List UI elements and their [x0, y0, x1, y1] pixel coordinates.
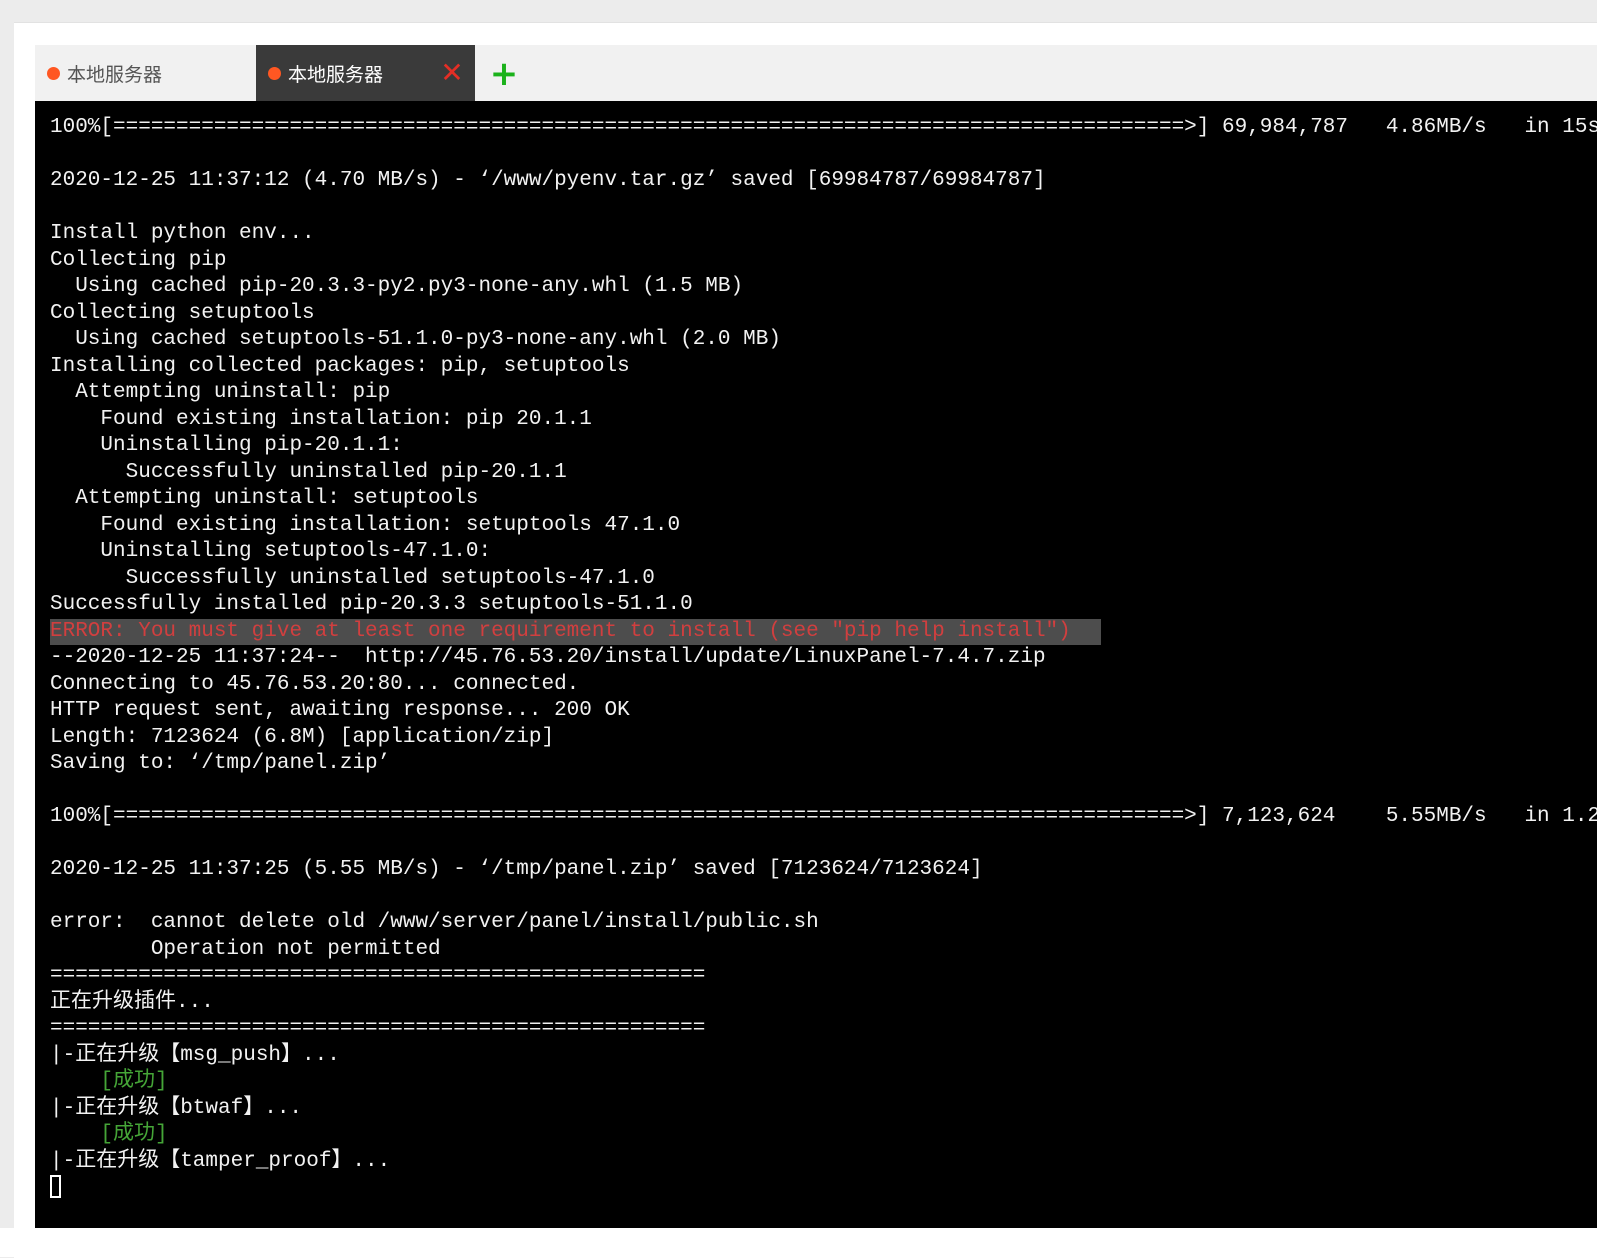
terminal-line: Uninstalling pip-20.1.1:	[50, 433, 1597, 460]
line-text: 100%[===================================…	[50, 805, 1597, 828]
line-text: Using cached pip-20.3.3-py2.py3-none-any…	[50, 275, 744, 298]
prompt-line	[50, 1175, 1597, 1202]
line-text: 2020-12-25 11:37:25 (5.55 MB/s) - ‘/tmp/…	[50, 858, 983, 881]
cursor-block-icon	[50, 1175, 61, 1198]
terminal-line: 100%[===================================…	[50, 804, 1597, 831]
status-dot-icon	[268, 66, 281, 80]
line-text: Found existing installation: pip 20.1.1	[50, 407, 592, 431]
line-text: ========================================…	[50, 1017, 706, 1040]
terminal-line: ========================================…	[50, 1016, 1597, 1043]
line-text: Installing collected packages: pip, setu…	[50, 354, 630, 378]
line-text: [成功]	[50, 1070, 168, 1093]
terminal-lines: 100%[===================================…	[50, 115, 1597, 1202]
line-text: 2020-12-25 11:37:12 (4.70 MB/s) - ‘/www/…	[50, 169, 1046, 192]
line-text: Successfully uninstalled setuptools-47.1…	[50, 566, 655, 590]
terminal-line: --2020-12-25 11:37:24-- http://45.76.53.…	[50, 645, 1597, 672]
terminal-line: Length: 7123624 (6.8M) [application/zip]	[50, 725, 1597, 752]
line-text: 100%[===================================…	[50, 116, 1597, 139]
line-text: --2020-12-25 11:37:24-- http://45.76.53.…	[50, 646, 1046, 669]
terminal-line: Successfully installed pip-20.3.3 setupt…	[50, 592, 1597, 619]
terminal-line: 正在升级插件...	[50, 990, 1597, 1017]
add-tab-plus-icon[interactable]: +	[489, 57, 519, 91]
line-text: Attempting uninstall: pip	[50, 381, 391, 404]
terminal-line: Installing collected packages: pip, setu…	[50, 354, 1597, 381]
line-text: Saving to: ‘/tmp/panel.zip’	[50, 752, 391, 775]
terminal-line: Attempting uninstall: pip	[50, 380, 1597, 407]
line-text: Install python env...	[50, 222, 315, 245]
line-text: error: cannot delete old /www/server/pan…	[50, 911, 819, 934]
terminal-line: Using cached setuptools-51.1.0-py3-none-…	[50, 327, 1597, 354]
terminal-output[interactable]: 100%[===================================…	[35, 101, 1597, 1228]
terminal-line: Uninstalling setuptools-47.1.0:	[50, 539, 1597, 566]
line-text: Uninstalling setuptools-47.1.0:	[50, 540, 492, 563]
tab-local-server-1[interactable]: 本地服务器	[35, 45, 256, 101]
line-text: Operation not permitted	[50, 937, 441, 961]
line-text: |-正在升级【msg_push】...	[50, 1043, 340, 1067]
terminal-line: HTTP request sent, awaiting response... …	[50, 698, 1597, 725]
line-text: ========================================…	[50, 964, 706, 987]
terminal-line: Operation not permitted	[50, 937, 1597, 964]
line-text: |-正在升级【tamper_proof】...	[50, 1149, 391, 1173]
terminal-line: 2020-12-25 11:37:12 (4.70 MB/s) - ‘/www/…	[50, 168, 1597, 195]
terminal-line: Connecting to 45.76.53.20:80... connecte…	[50, 672, 1597, 699]
line-text: Using cached setuptools-51.1.0-py3-none-…	[50, 328, 781, 351]
line-text: Found existing installation: setuptools …	[50, 513, 681, 537]
tab-label: 本地服务器	[288, 63, 384, 86]
line-text: [成功]	[50, 1123, 168, 1146]
line-text: Uninstalling pip-20.1.1:	[50, 434, 403, 457]
terminal-line: Successfully uninstalled setuptools-47.1…	[50, 566, 1597, 593]
terminal-line: Install python env...	[50, 221, 1597, 248]
status-dot-icon	[47, 66, 60, 80]
terminal-line: [成功]	[50, 1069, 1597, 1096]
line-text: Attempting uninstall: setuptools	[50, 487, 479, 510]
terminal-line: 2020-12-25 11:37:25 (5.55 MB/s) - ‘/tmp/…	[50, 857, 1597, 884]
line-text: |-正在升级【btwaf】...	[50, 1096, 303, 1120]
terminal-line: Collecting setuptools	[50, 301, 1597, 328]
bottom-edge	[0, 1228, 1597, 1257]
terminal-line: |-正在升级【tamper_proof】...	[50, 1149, 1597, 1176]
line-text: Length: 7123624 (6.8M) [application/zip]	[50, 725, 555, 749]
tab-bar: 本地服务器 本地服务器 ✕ +	[35, 45, 1597, 101]
terminal-line: Using cached pip-20.3.3-py2.py3-none-any…	[50, 274, 1597, 301]
line-text: Successfully uninstalled pip-20.1.1	[50, 460, 567, 484]
terminal-line: Successfully uninstalled pip-20.1.1	[50, 460, 1597, 487]
terminal-line: Saving to: ‘/tmp/panel.zip’	[50, 751, 1597, 778]
tab-local-server-2[interactable]: 本地服务器 ✕	[256, 45, 475, 101]
line-text: 正在升级插件...	[50, 990, 214, 1014]
line-text: HTTP request sent, awaiting response... …	[50, 699, 630, 722]
terminal-line: |-正在升级【btwaf】...	[50, 1096, 1597, 1123]
terminal-line: 100%[===================================…	[50, 115, 1597, 142]
terminal-line: [成功]	[50, 1122, 1597, 1149]
terminal-line: Found existing installation: setuptools …	[50, 513, 1597, 540]
terminal-line: ========================================…	[50, 963, 1597, 990]
line-text: Collecting setuptools	[50, 301, 315, 325]
terminal-line: Attempting uninstall: setuptools	[50, 486, 1597, 513]
terminal-line: Collecting pip	[50, 248, 1597, 275]
close-icon[interactable]: ✕	[439, 59, 465, 87]
tab-label: 本地服务器	[67, 63, 163, 86]
terminal-line: ERROR: You must give at least one requir…	[50, 618, 1597, 645]
line-text: Connecting to 45.76.53.20:80... connecte…	[50, 672, 580, 696]
error-message: ERROR: You must give at least one requir…	[50, 618, 1101, 645]
terminal-line: Found existing installation: pip 20.1.1	[50, 407, 1597, 434]
terminal-line: |-正在升级【msg_push】...	[50, 1043, 1597, 1070]
line-text: Successfully installed pip-20.3.3 setupt…	[50, 593, 693, 616]
terminal-line: error: cannot delete old /www/server/pan…	[50, 910, 1597, 937]
line-text: Collecting pip	[50, 248, 227, 272]
